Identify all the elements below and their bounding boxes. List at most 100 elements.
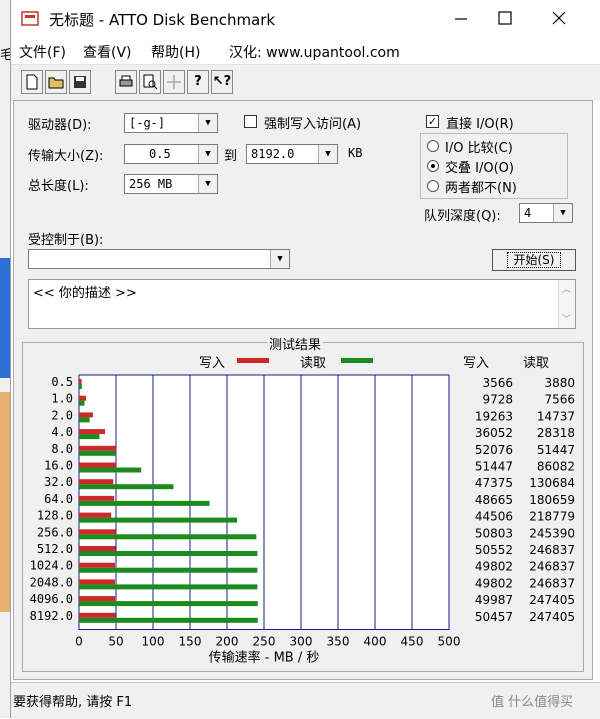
category-label: 8.0 — [51, 442, 73, 456]
drive-label: 驱动器(D): — [28, 118, 92, 133]
category-label: 64.0 — [44, 492, 73, 506]
start-button[interactable]: 开始(S) — [492, 249, 576, 271]
write-bar — [79, 462, 117, 468]
help-icon[interactable]: ? — [187, 70, 209, 94]
x-tick-label: 50 — [108, 635, 123, 649]
write-value: 19263 — [475, 409, 513, 423]
radio-overlap-io[interactable] — [427, 160, 439, 172]
write-bar — [79, 495, 115, 501]
move-icon[interactable] — [163, 70, 185, 94]
direct-io-label: 直接 I/O(R) — [446, 117, 514, 132]
menu-localization[interactable]: 汉化: www.upantool.com — [229, 42, 400, 62]
direct-io-checkbox[interactable]: ✓ — [426, 115, 439, 128]
write-bar — [79, 512, 112, 518]
title-bar: 无标题 - ATTO Disk Benchmark — [11, 0, 600, 36]
read-bar — [79, 450, 117, 456]
read-bar — [79, 434, 100, 440]
write-bar — [79, 395, 87, 401]
status-text: 要获得帮助, 请按 F1 — [13, 695, 133, 710]
background-orange-block — [0, 392, 10, 612]
write-value: 36052 — [475, 426, 513, 440]
minimize-icon[interactable] — [453, 10, 469, 26]
write-value: 9728 — [482, 393, 513, 407]
transfer-to-select[interactable]: 8192.0 ▼ — [246, 144, 338, 164]
new-file-icon[interactable] — [21, 70, 43, 94]
chevron-down-icon: ▼ — [553, 204, 572, 222]
x-tick-label: 350 — [327, 635, 350, 649]
menu-help[interactable]: 帮助(H) — [151, 42, 200, 62]
category-label: 0.5 — [51, 375, 73, 389]
maximize-icon[interactable] — [497, 10, 513, 26]
read-value: 130684 — [529, 476, 575, 490]
radio-io-compare[interactable] — [427, 140, 439, 152]
force-write-checkbox[interactable] — [244, 115, 257, 128]
chevron-down-icon: ▼ — [198, 175, 217, 193]
queue-depth-select[interactable]: 4 ▼ — [519, 203, 573, 223]
description-text: << 你的描述 >> — [33, 286, 137, 301]
write-value: 49987 — [475, 593, 513, 607]
controlled-by-label: 受控制于(B): — [28, 233, 104, 248]
x-tick-label: 100 — [142, 635, 165, 649]
x-tick-label: 0 — [75, 635, 83, 649]
transfer-to-label: 到 — [224, 149, 238, 164]
drive-value: [-g-] — [129, 116, 166, 130]
scroll-up-icon[interactable]: ︿ — [562, 282, 571, 295]
category-label: 1024.0 — [30, 559, 73, 573]
read-value: 247405 — [529, 593, 575, 607]
transfer-unit: KB — [348, 146, 363, 160]
controlled-by-select[interactable]: ▼ — [28, 249, 290, 269]
open-folder-icon[interactable] — [45, 70, 67, 94]
category-label: 8192.0 — [30, 609, 73, 623]
write-value: 47375 — [475, 476, 513, 490]
results-group: 测试结果 写入 读取 写入 读取 0 50 100 150 200 250 300 350 40… — [22, 334, 584, 672]
write-bar — [79, 612, 116, 618]
category-label: 32.0 — [44, 475, 73, 489]
write-bar — [79, 445, 117, 451]
write-bar — [79, 562, 115, 568]
force-write-label: 强制写入访问(A) — [264, 117, 362, 132]
menu-view[interactable]: 查看(V) — [83, 42, 132, 62]
write-value: 50803 — [475, 526, 513, 540]
legend-read-swatch — [341, 358, 373, 363]
category-label: 512.0 — [37, 542, 73, 556]
description-scrollbar[interactable]: ︿ ﹀ — [558, 280, 575, 328]
total-length-select[interactable]: 256 MB ▼ — [124, 174, 218, 194]
chevron-down-icon: ▼ — [198, 114, 217, 132]
read-value: 3880 — [544, 376, 575, 390]
write-value: 44506 — [475, 510, 513, 524]
print-preview-icon[interactable] — [139, 70, 161, 94]
save-icon[interactable] — [69, 70, 91, 94]
x-tick-label: 250 — [253, 635, 276, 649]
read-bar — [79, 517, 238, 523]
read-bar — [79, 567, 258, 573]
chevron-down-icon: ▼ — [270, 250, 289, 268]
x-tick-label: 150 — [179, 635, 202, 649]
context-help-icon[interactable]: ↖? — [211, 70, 233, 94]
write-bar — [79, 546, 116, 551]
write-bar — [79, 579, 115, 585]
legend-write-swatch — [237, 358, 269, 363]
write-bar — [79, 429, 106, 435]
read-bar — [79, 551, 258, 556]
read-bar — [79, 601, 258, 607]
results-title: 测试结果 — [267, 334, 324, 353]
print-icon[interactable] — [115, 70, 137, 94]
close-icon[interactable] — [551, 10, 567, 26]
x-axis-label: 传输速率 - MB / 秒 — [209, 650, 320, 666]
write-bar — [79, 529, 116, 535]
write-bar — [79, 479, 114, 485]
read-value: 246837 — [529, 576, 575, 590]
menu-bar: 文件(F) 查看(V) 帮助(H) 汉化: www.upantool.com — [11, 36, 600, 64]
scroll-down-icon[interactable]: ﹀ — [562, 312, 571, 325]
read-value: 51447 — [537, 443, 575, 457]
read-bar — [79, 534, 257, 540]
description-field[interactable]: << 你的描述 >> ︿ ﹀ — [28, 279, 576, 329]
radio-neither[interactable] — [427, 180, 439, 192]
radio-overlap-io-label: 交叠 I/O(O) — [445, 161, 514, 176]
menu-file[interactable]: 文件(F) — [19, 42, 66, 62]
transfer-from-select[interactable]: 0.5 ▼ — [124, 144, 218, 164]
background-blue-block — [0, 258, 10, 378]
status-bar: 要获得帮助, 请按 F1 值 什么值得买 — [11, 682, 600, 719]
io-mode-group: I/O 比较(C) 交叠 I/O(O) 两者都不(N) — [420, 133, 568, 199]
drive-select[interactable]: [-g-] ▼ — [124, 113, 218, 133]
